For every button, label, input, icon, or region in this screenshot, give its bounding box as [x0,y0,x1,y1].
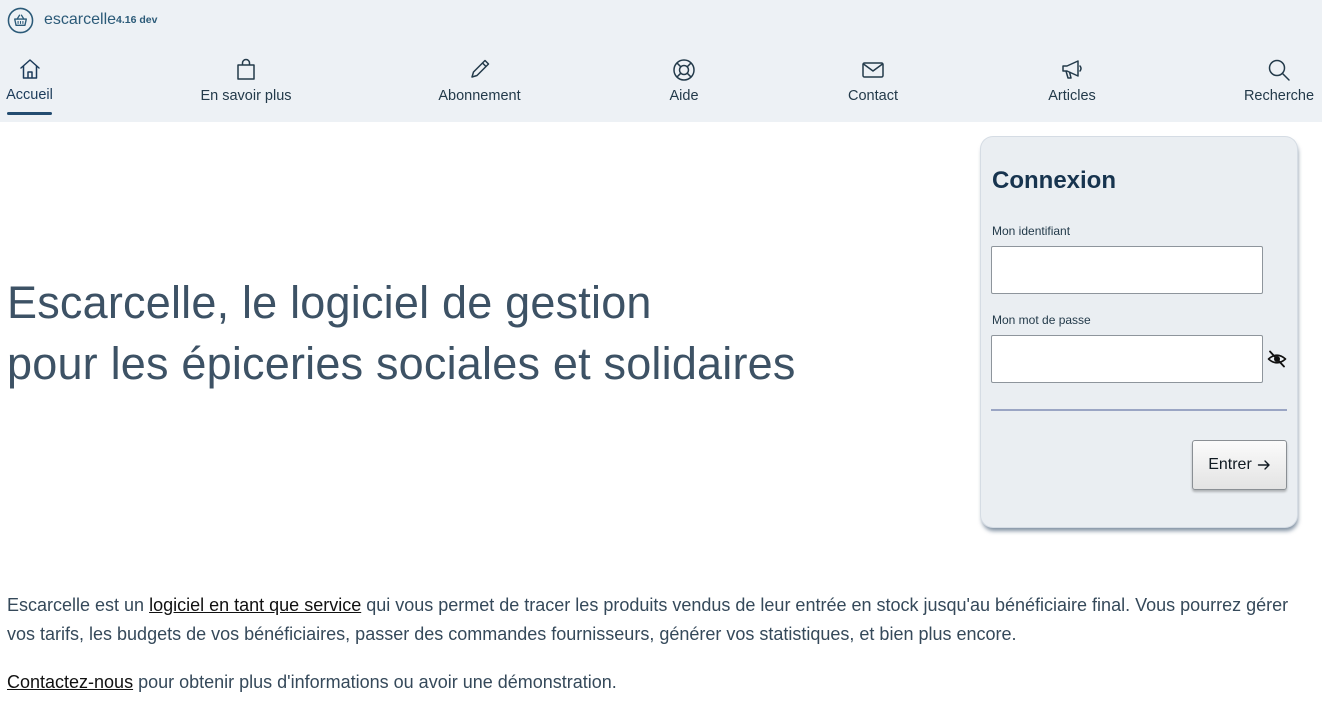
pencil-icon [470,59,489,78]
home-icon [19,59,40,79]
eye-slash-icon[interactable] [1267,349,1287,369]
contact-paragraph: Contactez-nous pour obtenir plus d'infor… [7,668,617,697]
enter-button[interactable]: Entrer [1192,440,1287,490]
login-title: Connexion [992,167,1116,194]
saas-link[interactable]: logiciel en tant que service [149,595,361,615]
nav-item-abonnement[interactable]: Abonnement [434,56,525,118]
search-icon [1268,59,1290,81]
login-divider [991,409,1287,411]
nav-item-accueil[interactable]: Accueil [6,56,53,118]
version-badge: 4.16 dev [116,14,158,26]
nav-label-recherche: Recherche [1243,88,1315,104]
username-label: Mon identifiant [992,224,1071,238]
intro-text-before: Escarcelle est un [7,595,150,615]
basket-logo-icon [7,7,34,33]
active-nav-indicator [7,112,52,115]
hero-title-line-1: Escarcelle, le logiciel de gestion [7,277,652,328]
intro-paragraph: Escarcelle est un logiciel en tant que s… [7,591,1319,649]
nav-label-contact: Contact [848,88,898,104]
envelope-icon [862,62,884,78]
shopping-bag-icon [237,58,255,80]
password-input[interactable] [991,335,1263,383]
nav-item-recherche[interactable]: Recherche [1243,56,1315,118]
nav-item-aide[interactable]: Aide [664,56,704,118]
nav-item-en-savoir-plus[interactable]: En savoir plus [196,56,296,118]
contact-text-after: pour obtenir plus d'informations ou avoi… [133,672,617,692]
brand-name: escarcelle [44,11,117,28]
nav-label-abonnement: Abonnement [438,88,521,104]
enter-button-label: Entrer [1208,456,1252,473]
nav-label-accueil: Accueil [6,87,53,103]
nav-label-aide: Aide [669,88,699,104]
hero-title: Escarcelle, le logiciel de gestion pour … [7,272,796,394]
top-header: escarcelle 4.16 dev Accueil En savoir plu… [0,0,1322,122]
hero-title-line-2: pour les épiceries sociales et solidaire… [7,338,796,389]
arrow-right-icon [1257,460,1270,470]
login-panel: Connexion Mon identifiant Mon mot de pas… [981,137,1297,527]
nav-label-en-savoir-plus: En savoir plus [200,88,292,104]
lifebuoy-icon [673,59,695,81]
megaphone-icon [1062,60,1082,79]
nav-item-contact[interactable]: Contact [842,56,904,118]
nav-label-articles: Articles [1048,88,1096,104]
username-input[interactable] [991,246,1263,294]
brand-home-link[interactable]: escarcelle 4.16 dev [7,6,157,34]
password-label: Mon mot de passe [992,313,1091,327]
contact-link[interactable]: Contactez-nous [7,672,133,692]
nav-item-articles[interactable]: Articles [1042,56,1102,118]
